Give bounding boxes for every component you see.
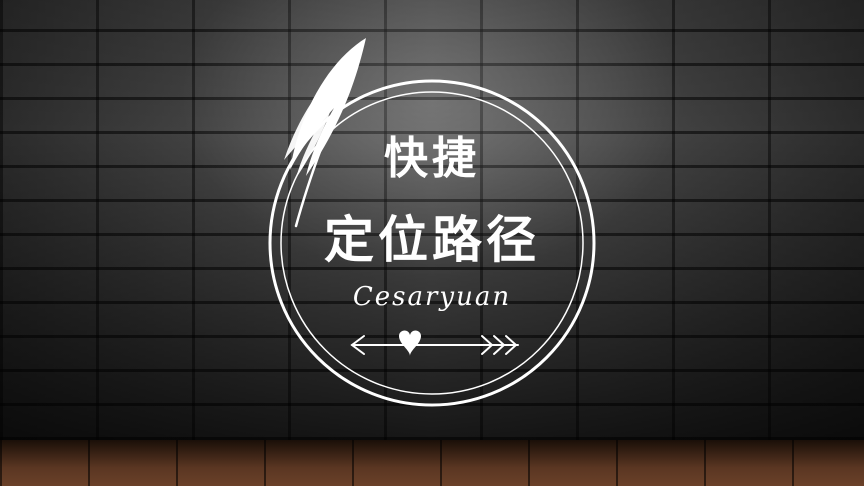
title-line-1: 快捷	[384, 133, 480, 184]
background-scene: 快捷 定位路径 Cesaryuan	[0, 0, 864, 486]
title-line-2: 定位路径	[324, 210, 540, 269]
arrow-icon	[350, 335, 519, 355]
heart-icon	[399, 330, 421, 356]
author-signature: Cesaryuan	[352, 282, 512, 312]
